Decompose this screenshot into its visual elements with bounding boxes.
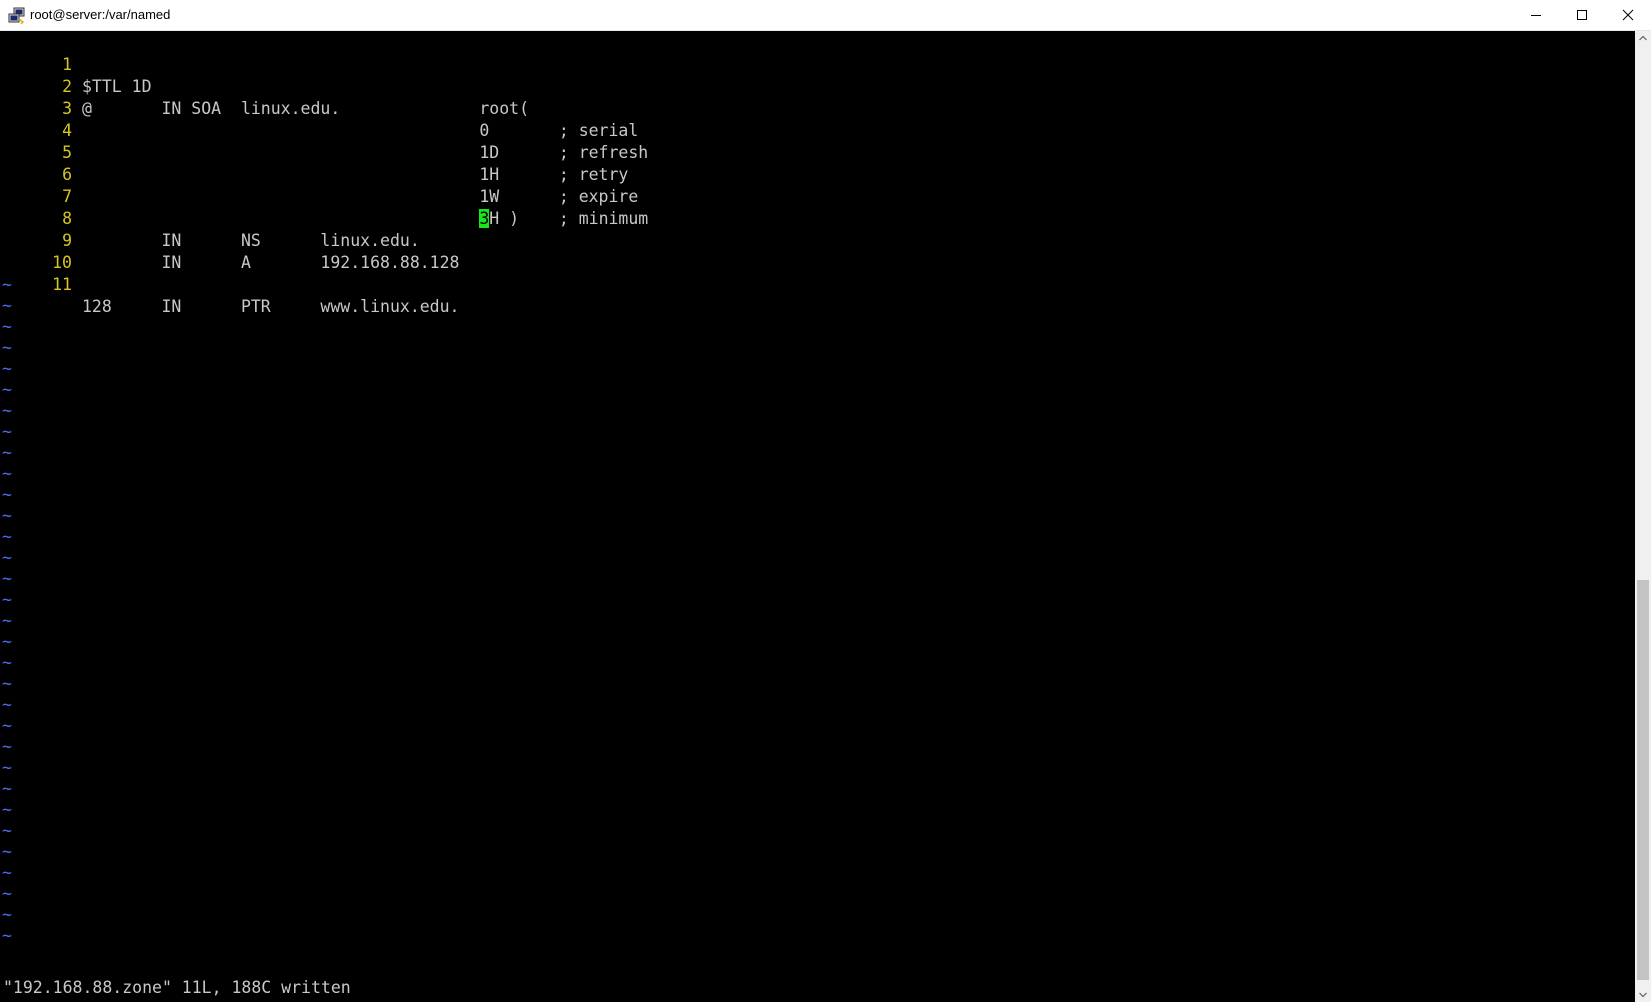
line-text: 1W ; expire [82,187,639,206]
vertical-scrollbar[interactable] [1635,31,1651,1002]
line-number: 9 [62,231,72,250]
terminal-area[interactable]: 1 $TTL 1D 2 @ IN SOA linux.edu. root( 3 … [0,31,1635,1002]
line-text: IN NS linux.edu. [82,231,420,250]
empty-line-tilde: ~ [2,674,12,693]
close-button[interactable] [1605,0,1651,30]
empty-line-tilde: ~ [2,863,12,882]
editor-line: 1 $TTL 1D [0,32,151,96]
empty-line-tilde: ~ [2,464,12,483]
putty-icon[interactable] [8,7,26,25]
editor-line: 8 IN NS linux.edu. [0,186,420,250]
empty-line-tilde: ~ [2,548,12,567]
empty-line-tilde: ~ [2,884,12,903]
line-number: 2 [62,77,72,96]
empty-line-tilde: ~ [2,359,12,378]
empty-line-tilde: ~ [2,275,12,294]
line-number: 8 [62,209,72,228]
line-text: 0 ; serial [82,121,639,140]
empty-line-tilde: ~ [2,317,12,336]
editor-line: 10 [0,230,72,272]
minimize-icon [1531,15,1541,16]
line-text: IN A 192.168.88.128 [82,253,460,272]
line-number: 3 [62,99,72,118]
editor-line: 5 1H ; retry [0,120,628,184]
text-cursor: 3 [479,209,490,228]
line-text: @ IN SOA linux.edu. root( [82,99,530,118]
line-number: 7 [62,187,72,206]
empty-line-tilde: ~ [2,506,12,525]
scroll-down-icon[interactable] [1639,992,1647,998]
maximize-icon [1577,10,1587,20]
empty-line-tilde: ~ [2,779,12,798]
empty-line-tilde: ~ [2,758,12,777]
editor-line: 3 0 ; serial [0,76,638,140]
empty-line-tilde: ~ [2,422,12,441]
line-number: 4 [62,121,72,140]
line-number: 1 [62,55,72,74]
line-text-before-cursor [82,209,479,228]
window-title: root@server:/var/named [30,7,171,22]
empty-line-tilde: ~ [2,737,12,756]
editor-line: 9 IN A 192.168.88.128 [0,208,459,272]
scroll-up-icon[interactable] [1639,35,1647,41]
line-text: 3H ) ; minimum [82,208,648,230]
minimize-button[interactable] [1513,0,1559,30]
empty-line-tilde: ~ [2,338,12,357]
empty-line-tilde: ~ [2,611,12,630]
empty-line-tilde: ~ [2,842,12,861]
empty-line-tilde: ~ [2,716,12,735]
line-number: 11 [52,275,72,294]
editor-line: 6 1W ; expire [0,142,638,206]
empty-line-tilde: ~ [2,632,12,651]
line-text-after-cursor: H ) ; minimum [489,209,649,228]
maximize-button[interactable] [1559,0,1605,30]
empty-line-tilde: ~ [2,401,12,420]
empty-line-tilde: ~ [2,296,12,315]
editor-line: 2 @ IN SOA linux.edu. root( [0,54,529,118]
line-number: 6 [62,165,72,184]
line-number: 5 [62,143,72,162]
empty-line-tilde: ~ [2,905,12,924]
empty-line-tilde: ~ [2,653,12,672]
close-icon [1622,9,1634,21]
empty-line-tilde: ~ [2,590,12,609]
empty-line-tilde: ~ [2,485,12,504]
empty-line-tilde: ~ [2,527,12,546]
empty-line-tilde: ~ [2,569,12,588]
line-text: 1H ; retry [82,165,629,184]
editor-line: 11 128 IN PTR www.linux.edu. [0,252,459,316]
vim-status-line: "192.168.88.zone" 11L, 188C written [3,978,351,997]
empty-line-tilde: ~ [2,926,12,945]
empty-line-tilde: ~ [2,800,12,819]
line-text: 1D ; refresh [82,143,649,162]
scrollbar-thumb[interactable] [1637,580,1649,980]
line-text: 128 IN PTR www.linux.edu. [82,297,460,316]
line-text: $TTL 1D [82,77,152,96]
empty-line-tilde: ~ [2,443,12,462]
empty-line-tilde: ~ [2,695,12,714]
editor-line: 7 3H ) ; minimum [0,164,648,228]
editor-line: 4 1D ; refresh [0,98,648,162]
empty-line-tilde: ~ [2,821,12,840]
title-bar[interactable]: root@server:/var/named [0,0,1651,31]
line-number: 10 [52,253,72,272]
empty-line-tilde: ~ [2,380,12,399]
